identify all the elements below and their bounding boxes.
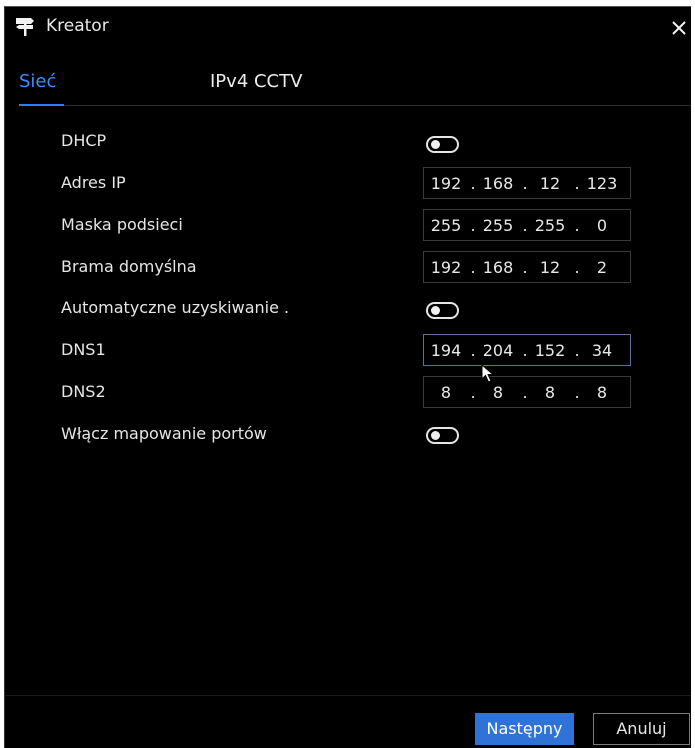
dhcp-label: DHCP <box>61 131 107 150</box>
toggle-knob <box>431 140 440 149</box>
wizard-dialog: Kreator Sieć IPv4 CCTV DHCP Adres IP 192… <box>4 6 691 748</box>
tab-bar: Sieć IPv4 CCTV <box>19 65 691 106</box>
octet-separator: . <box>470 383 476 402</box>
dhcp-toggle[interactable] <box>426 136 459 153</box>
subnet-mask-label: Maska podsieci <box>61 215 183 234</box>
auto-dns-toggle[interactable] <box>426 302 459 319</box>
cancel-button[interactable]: Anuluj <box>593 713 690 745</box>
ip-octet-4[interactable]: 123 <box>582 174 622 193</box>
mask-octet-1[interactable]: 255 <box>426 216 466 235</box>
gateway-field[interactable]: 192 . 168 . 12 . 2 <box>423 251 631 283</box>
octet-separator: . <box>470 174 476 193</box>
toggle-knob <box>431 431 440 440</box>
octet-separator: . <box>522 258 528 277</box>
dns1-octet-1[interactable]: 194 <box>426 341 466 360</box>
next-button[interactable]: Następny <box>475 713 574 745</box>
mask-octet-2[interactable]: 255 <box>478 216 518 235</box>
octet-separator: . <box>522 216 528 235</box>
dns1-octet-4[interactable]: 34 <box>582 341 622 360</box>
dns2-label: DNS2 <box>61 382 106 401</box>
octet-separator: . <box>574 383 580 402</box>
dns1-octet-2[interactable]: 204 <box>478 341 518 360</box>
port-mapping-toggle[interactable] <box>426 427 459 444</box>
gateway-octet-4[interactable]: 2 <box>582 258 622 277</box>
dns2-octet-4[interactable]: 8 <box>582 383 622 402</box>
dns1-octet-3[interactable]: 152 <box>530 341 570 360</box>
mask-octet-4[interactable]: 0 <box>582 216 622 235</box>
signpost-icon <box>16 18 34 36</box>
octet-separator: . <box>470 341 476 360</box>
auto-dns-label: Automatyczne uzyskiwanie . <box>61 298 290 317</box>
ip-address-label: Adres IP <box>61 173 126 192</box>
octet-separator: . <box>522 383 528 402</box>
subnet-mask-field[interactable]: 255 . 255 . 255 . 0 <box>423 209 631 241</box>
gateway-octet-2[interactable]: 168 <box>478 258 518 277</box>
footer-divider <box>5 695 691 696</box>
dns2-octet-2[interactable]: 8 <box>478 383 518 402</box>
mask-octet-3[interactable]: 255 <box>530 216 570 235</box>
octet-separator: . <box>574 258 580 277</box>
dns1-label: DNS1 <box>61 340 106 359</box>
close-icon[interactable] <box>669 17 691 39</box>
mouse-pointer-icon <box>481 364 495 383</box>
window-title: Kreator <box>46 16 109 36</box>
port-mapping-label: Włącz mapowanie portów <box>61 424 267 443</box>
octet-separator: . <box>522 341 528 360</box>
octet-separator: . <box>574 216 580 235</box>
gateway-octet-1[interactable]: 192 <box>426 258 466 277</box>
gateway-label: Brama domyślna <box>61 257 197 276</box>
toggle-knob <box>431 306 440 315</box>
octet-separator: . <box>574 341 580 360</box>
dns1-field[interactable]: 194 . 204 . 152 . 34 <box>423 334 631 366</box>
active-tab-indicator <box>19 104 64 106</box>
gateway-octet-3[interactable]: 12 <box>530 258 570 277</box>
tab-network[interactable]: Sieć <box>19 71 56 92</box>
octet-separator: . <box>574 174 580 193</box>
ip-octet-2[interactable]: 168 <box>478 174 518 193</box>
octet-separator: . <box>470 216 476 235</box>
ip-octet-3[interactable]: 12 <box>530 174 570 193</box>
dns2-octet-1[interactable]: 8 <box>426 383 466 402</box>
dns2-field[interactable]: 8 . 8 . 8 . 8 <box>423 376 631 408</box>
tab-ipv4-cctv[interactable]: IPv4 CCTV <box>210 71 302 92</box>
title-bar: Kreator <box>5 7 691 43</box>
octet-separator: . <box>522 174 528 193</box>
dns2-octet-3[interactable]: 8 <box>530 383 570 402</box>
ip-octet-1[interactable]: 192 <box>426 174 466 193</box>
ip-address-field[interactable]: 192 . 168 . 12 . 123 <box>423 167 631 199</box>
octet-separator: . <box>470 258 476 277</box>
